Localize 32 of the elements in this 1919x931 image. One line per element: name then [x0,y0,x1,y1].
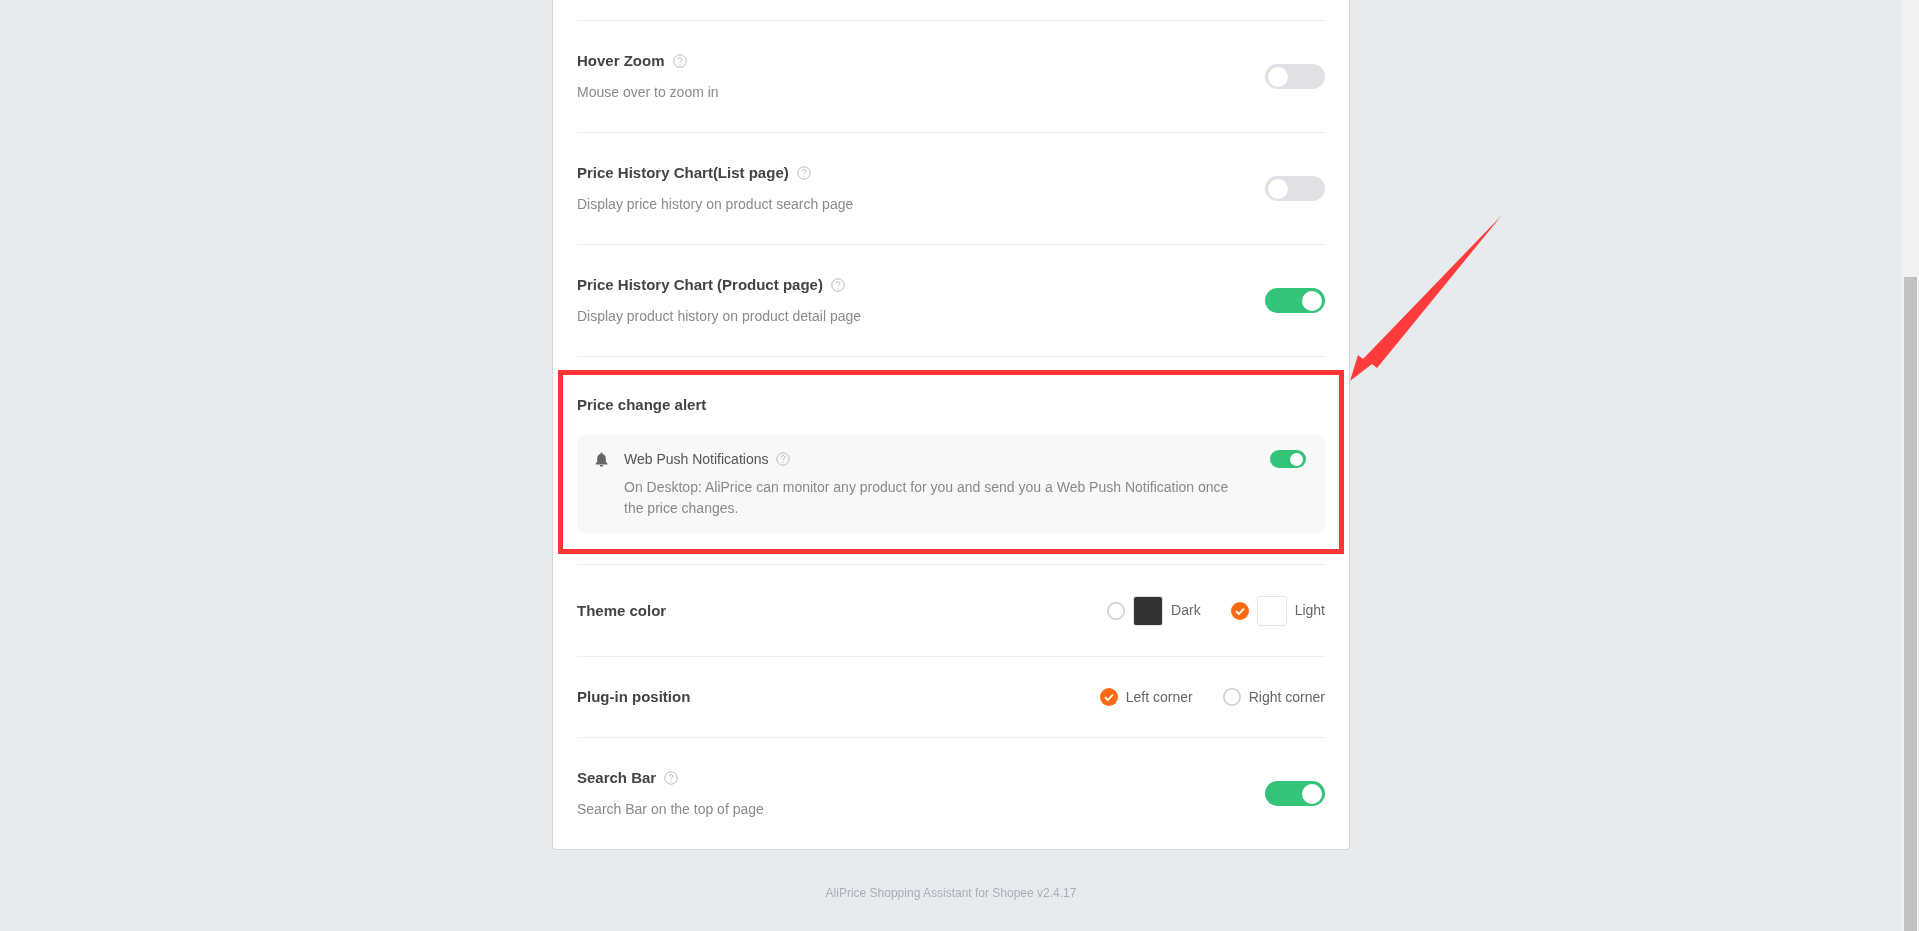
setting-title: Price History Chart (Product page) [577,275,823,295]
radio-checked-icon[interactable] [1230,601,1249,620]
setting-title: Search Bar [577,768,657,788]
notification-description: On Desktop: AliPrice can monitor any product for you and send you a Web Push Notification once the price changes. [624,478,1230,518]
toggle-switch[interactable] [1265,288,1325,313]
radio-label: Light [1294,601,1325,620]
setting-title: Price History Chart(List page) [577,163,789,183]
radio-button[interactable] [1107,601,1126,620]
notification-title: Web Push Notifications [624,450,769,469]
radio-label: Dark [1171,601,1201,620]
section-title: Price change alert [577,395,708,415]
toggle-switch[interactable] [1270,450,1306,468]
setting-description: Mouse over to zoom in [577,83,719,102]
scrollbar[interactable] [1902,0,1919,931]
radio-checked-icon[interactable] [1099,688,1118,706]
color-swatch[interactable] [1256,595,1287,626]
radio-label: Right corner [1248,687,1325,707]
scrollbar-thumb[interactable] [1904,277,1917,931]
setting-description: Display price history on product search page [577,195,854,214]
footer-version: AliPrice Shopping Assistant for Shopee v2.4.17 [825,885,1077,902]
radio-label: Left corner [1125,687,1193,707]
toggle-switch[interactable] [1265,176,1325,201]
setting-title: Theme color [577,600,667,621]
setting-description: Display product history on product detail page [577,307,862,326]
color-swatch[interactable] [1133,595,1164,626]
bell-icon [595,452,608,467]
setting-description: Search Bar on the top of page [577,800,764,819]
setting-title: Hover Zoom [577,51,665,71]
toggle-switch[interactable] [1265,64,1325,89]
setting-title: Plug-in position [577,687,691,707]
toggle-switch[interactable] [1265,781,1325,806]
radio-button[interactable] [1222,688,1241,706]
